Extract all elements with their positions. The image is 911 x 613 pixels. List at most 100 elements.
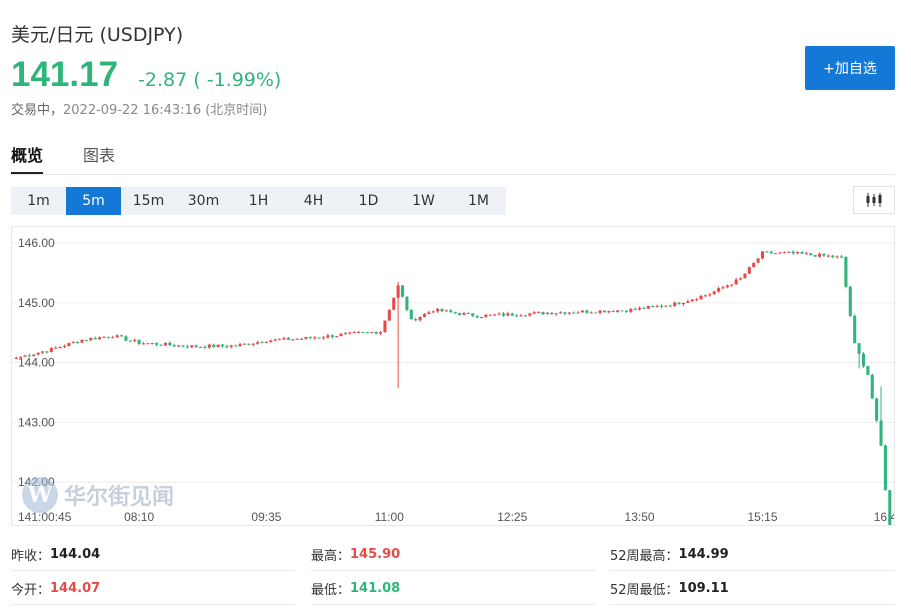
- chart-type-button[interactable]: [853, 186, 895, 214]
- candle: [247, 343, 251, 346]
- candle-body: [479, 316, 484, 318]
- candle: [313, 335, 317, 340]
- candle: [769, 250, 773, 254]
- candle: [216, 344, 220, 348]
- candle-body: [383, 320, 387, 333]
- candle-body: [168, 342, 172, 346]
- candle-body: [185, 346, 189, 348]
- candle-body: [519, 315, 523, 317]
- candle: [269, 339, 273, 343]
- candle-body: [67, 342, 71, 347]
- candle: [185, 344, 189, 349]
- candle: [150, 342, 154, 345]
- interval-selector: 1m 5m 15m 30m 1H 4H 1D 1W 1M: [11, 187, 506, 215]
- candle: [580, 310, 585, 313]
- candle-body: [673, 302, 677, 307]
- interval-1h[interactable]: 1H: [231, 187, 286, 215]
- x-tick-label: 09:35: [251, 510, 281, 524]
- candle: [163, 342, 167, 346]
- candle: [225, 344, 229, 349]
- candle-body: [405, 296, 409, 310]
- candle: [717, 286, 721, 293]
- price-chart[interactable]: 146.00145.00144.00143.00142.00141:00:450…: [11, 226, 895, 526]
- candle: [120, 334, 124, 337]
- candle-body: [668, 305, 672, 307]
- candle-body: [343, 333, 347, 335]
- x-tick-label: 13:50: [625, 510, 655, 524]
- candle-body: [839, 256, 844, 258]
- candle-body: [594, 312, 598, 314]
- candle-body: [765, 251, 769, 253]
- stat-low: 最低： 141.08: [311, 580, 401, 598]
- candle-body: [234, 345, 238, 347]
- stat-prev-close: 昨收： 144.04: [11, 546, 101, 564]
- candle: [765, 250, 769, 253]
- candle-body: [27, 355, 31, 357]
- interval-1m[interactable]: 1m: [11, 187, 66, 215]
- candle-body: [80, 339, 84, 343]
- candle: [835, 255, 839, 259]
- candle: [234, 344, 238, 347]
- candle: [853, 314, 857, 344]
- candle-body: [822, 253, 826, 256]
- candle: [242, 343, 247, 345]
- candle: [519, 313, 523, 317]
- candle-body: [392, 297, 396, 310]
- candle: [699, 294, 703, 300]
- candle-body: [607, 311, 611, 313]
- candle-body: [106, 336, 110, 338]
- candle-body: [778, 252, 782, 254]
- interval-30m[interactable]: 30m: [176, 187, 231, 215]
- candle-body: [225, 346, 229, 348]
- candle-body: [374, 332, 378, 334]
- candle-body: [471, 313, 475, 317]
- candle: [295, 338, 299, 340]
- candle-body: [769, 251, 773, 254]
- candle: [747, 266, 751, 275]
- x-tick-label: 12:25: [497, 510, 527, 524]
- candle: [774, 253, 778, 255]
- tab-overview[interactable]: 概览: [11, 142, 44, 174]
- interval-1d[interactable]: 1D: [341, 187, 396, 215]
- candle: [370, 331, 374, 334]
- candle: [826, 254, 830, 258]
- candle-body: [554, 313, 558, 315]
- candle-body: [734, 279, 738, 285]
- interval-5m[interactable]: 5m: [66, 187, 121, 215]
- candle-body: [348, 332, 352, 334]
- candle-body: [89, 338, 93, 341]
- candle-body: [300, 338, 304, 340]
- candle-body: [651, 306, 655, 308]
- candle-body: [155, 343, 159, 345]
- candle: [848, 285, 852, 318]
- candle: [883, 444, 887, 491]
- candle-body: [866, 366, 870, 375]
- candle-body: [120, 335, 124, 337]
- candle: [238, 342, 242, 347]
- candle: [888, 490, 892, 525]
- interval-1mo[interactable]: 1M: [451, 187, 506, 215]
- candle: [550, 311, 554, 315]
- candle: [409, 309, 413, 320]
- tab-chart[interactable]: 图表: [83, 142, 115, 174]
- candle-body: [857, 343, 861, 354]
- interval-1w[interactable]: 1W: [396, 187, 451, 215]
- price-change: -2.87 ( -1.99%): [138, 69, 282, 91]
- candle-body: [611, 311, 615, 313]
- candle-body: [436, 308, 440, 312]
- candle-body: [313, 337, 317, 339]
- interval-15m[interactable]: 15m: [121, 187, 176, 215]
- candle: [194, 344, 198, 348]
- candle: [128, 340, 132, 342]
- candle-body: [629, 309, 633, 312]
- candle-body: [831, 255, 835, 258]
- interval-4h[interactable]: 4H: [286, 187, 341, 215]
- candle-body: [756, 258, 760, 263]
- candle: [822, 253, 826, 258]
- candle-body: [655, 305, 659, 307]
- candle-body: [497, 313, 501, 315]
- add-to-watchlist-button[interactable]: +加自选: [805, 46, 895, 90]
- candle-body: [102, 336, 106, 338]
- candle: [559, 311, 563, 314]
- candle-body: [172, 345, 176, 347]
